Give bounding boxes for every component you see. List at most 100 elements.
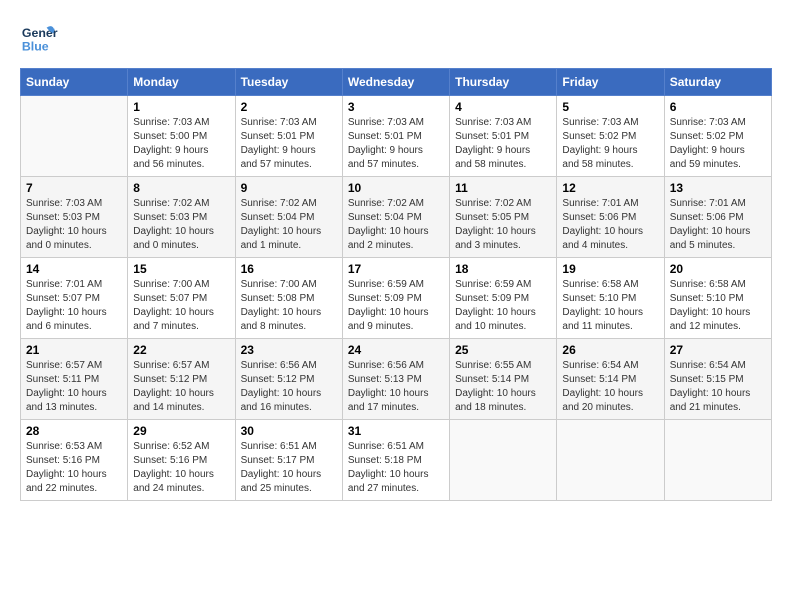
day-info: Sunrise: 7:03 AM Sunset: 5:00 PM Dayligh…: [133, 116, 229, 172]
day-number: 31: [348, 424, 444, 438]
day-cell: 9 Sunrise: 7:02 AM Sunset: 5:04 PM Daylig…: [235, 177, 342, 258]
day-number: 23: [241, 343, 337, 357]
day-info: Sunrise: 6:59 AM Sunset: 5:09 PM Dayligh…: [348, 278, 444, 334]
day-cell: 27 Sunrise: 6:54 AM Sunset: 5:15 PM Dayli…: [664, 339, 771, 420]
day-cell: 25 Sunrise: 6:55 AM Sunset: 5:14 PM Dayli…: [450, 339, 557, 420]
day-cell: 2 Sunrise: 7:03 AM Sunset: 5:01 PM Daylig…: [235, 96, 342, 177]
day-cell: 16 Sunrise: 7:00 AM Sunset: 5:08 PM Dayli…: [235, 258, 342, 339]
day-info: Sunrise: 6:53 AM Sunset: 5:16 PM Dayligh…: [26, 440, 122, 496]
day-info: Sunrise: 6:54 AM Sunset: 5:15 PM Dayligh…: [670, 359, 766, 415]
day-info: Sunrise: 7:03 AM Sunset: 5:01 PM Dayligh…: [241, 116, 337, 172]
day-number: 12: [562, 181, 658, 195]
day-info: Sunrise: 6:56 AM Sunset: 5:12 PM Dayligh…: [241, 359, 337, 415]
day-header-tuesday: Tuesday: [235, 69, 342, 96]
day-number: 16: [241, 262, 337, 276]
day-cell: 19Sunrise: 6:58 AM Sunset: 5:10 PM Dayli…: [557, 258, 664, 339]
day-cell: 26Sunrise: 6:54 AM Sunset: 5:14 PM Dayli…: [557, 339, 664, 420]
day-cell: 22Sunrise: 6:57 AM Sunset: 5:12 PM Dayli…: [128, 339, 235, 420]
day-cell: 6 Sunrise: 7:03 AM Sunset: 5:02 PM Daylig…: [664, 96, 771, 177]
day-cell: 10 Sunrise: 7:02 AM Sunset: 5:04 PM Dayli…: [342, 177, 449, 258]
day-info: Sunrise: 7:02 AM Sunset: 5:05 PM Dayligh…: [455, 197, 551, 253]
week-row-1: 1 Sunrise: 7:03 AM Sunset: 5:00 PM Daylig…: [21, 96, 772, 177]
day-cell: 1 Sunrise: 7:03 AM Sunset: 5:00 PM Daylig…: [128, 96, 235, 177]
day-info: Sunrise: 6:51 AM Sunset: 5:17 PM Dayligh…: [241, 440, 337, 496]
day-number: 20: [670, 262, 766, 276]
day-info: Sunrise: 6:57 AM Sunset: 5:12 PM Dayligh…: [133, 359, 229, 415]
day-cell: 21Sunrise: 6:57 AM Sunset: 5:11 PM Dayli…: [21, 339, 128, 420]
day-number: 29: [133, 424, 229, 438]
day-cell: 18Sunrise: 6:59 AM Sunset: 5:09 PM Dayli…: [450, 258, 557, 339]
day-cell: 24 Sunrise: 6:56 AM Sunset: 5:13 PM Dayli…: [342, 339, 449, 420]
day-cell: 7Sunrise: 7:03 AM Sunset: 5:03 PM Daylig…: [21, 177, 128, 258]
days-header-row: SundayMondayTuesdayWednesdayThursdayFrid…: [21, 69, 772, 96]
day-number: 6: [670, 100, 766, 114]
day-number: 2: [241, 100, 337, 114]
day-info: Sunrise: 6:55 AM Sunset: 5:14 PM Dayligh…: [455, 359, 551, 415]
day-info: Sunrise: 6:52 AM Sunset: 5:16 PM Dayligh…: [133, 440, 229, 496]
day-info: Sunrise: 7:00 AM Sunset: 5:08 PM Dayligh…: [241, 278, 337, 334]
day-number: 24: [348, 343, 444, 357]
day-info: Sunrise: 7:02 AM Sunset: 5:03 PM Dayligh…: [133, 197, 229, 253]
day-cell: 13 Sunrise: 7:01 AM Sunset: 5:06 PM Dayli…: [664, 177, 771, 258]
day-cell: 20 Sunrise: 6:58 AM Sunset: 5:10 PM Dayli…: [664, 258, 771, 339]
day-info: Sunrise: 6:56 AM Sunset: 5:13 PM Dayligh…: [348, 359, 444, 415]
day-info: Sunrise: 6:58 AM Sunset: 5:10 PM Dayligh…: [670, 278, 766, 334]
day-number: 27: [670, 343, 766, 357]
day-number: 21: [26, 343, 122, 357]
day-number: 4: [455, 100, 551, 114]
day-info: Sunrise: 7:03 AM Sunset: 5:02 PM Dayligh…: [562, 116, 658, 172]
day-number: 13: [670, 181, 766, 195]
day-header-sunday: Sunday: [21, 69, 128, 96]
day-info: Sunrise: 7:02 AM Sunset: 5:04 PM Dayligh…: [241, 197, 337, 253]
day-number: 30: [241, 424, 337, 438]
day-number: 15: [133, 262, 229, 276]
svg-text:Blue: Blue: [22, 39, 49, 53]
week-row-2: 7Sunrise: 7:03 AM Sunset: 5:03 PM Daylig…: [21, 177, 772, 258]
day-number: 3: [348, 100, 444, 114]
day-number: 19: [562, 262, 658, 276]
day-info: Sunrise: 7:01 AM Sunset: 5:06 PM Dayligh…: [670, 197, 766, 253]
day-header-thursday: Thursday: [450, 69, 557, 96]
day-cell: 29 Sunrise: 6:52 AM Sunset: 5:16 PM Dayli…: [128, 420, 235, 501]
day-header-saturday: Saturday: [664, 69, 771, 96]
day-cell: 15 Sunrise: 7:00 AM Sunset: 5:07 PM Dayli…: [128, 258, 235, 339]
day-cell: 3 Sunrise: 7:03 AM Sunset: 5:01 PM Daylig…: [342, 96, 449, 177]
logo-icon: General Blue: [20, 20, 58, 58]
day-cell: 23 Sunrise: 6:56 AM Sunset: 5:12 PM Dayli…: [235, 339, 342, 420]
day-info: Sunrise: 6:54 AM Sunset: 5:14 PM Dayligh…: [562, 359, 658, 415]
day-header-monday: Monday: [128, 69, 235, 96]
day-number: 8: [133, 181, 229, 195]
day-info: Sunrise: 7:02 AM Sunset: 5:04 PM Dayligh…: [348, 197, 444, 253]
day-cell: 28 Sunrise: 6:53 AM Sunset: 5:16 PM Dayli…: [21, 420, 128, 501]
logo: General Blue: [20, 20, 58, 58]
day-number: 28: [26, 424, 122, 438]
day-cell: 14Sunrise: 7:01 AM Sunset: 5:07 PM Dayli…: [21, 258, 128, 339]
day-number: 25: [455, 343, 551, 357]
day-number: 14: [26, 262, 122, 276]
day-cell: [450, 420, 557, 501]
day-number: 17: [348, 262, 444, 276]
day-cell: 11Sunrise: 7:02 AM Sunset: 5:05 PM Dayli…: [450, 177, 557, 258]
week-row-5: 28 Sunrise: 6:53 AM Sunset: 5:16 PM Dayli…: [21, 420, 772, 501]
day-cell: 17 Sunrise: 6:59 AM Sunset: 5:09 PM Dayli…: [342, 258, 449, 339]
day-info: Sunrise: 7:03 AM Sunset: 5:01 PM Dayligh…: [455, 116, 551, 172]
day-number: 5: [562, 100, 658, 114]
day-cell: [557, 420, 664, 501]
page-header: General Blue: [20, 20, 772, 58]
day-cell: 8 Sunrise: 7:02 AM Sunset: 5:03 PM Daylig…: [128, 177, 235, 258]
calendar-table: SundayMondayTuesdayWednesdayThursdayFrid…: [20, 68, 772, 501]
day-info: Sunrise: 6:59 AM Sunset: 5:09 PM Dayligh…: [455, 278, 551, 334]
day-info: Sunrise: 6:51 AM Sunset: 5:18 PM Dayligh…: [348, 440, 444, 496]
day-cell: 30 Sunrise: 6:51 AM Sunset: 5:17 PM Dayli…: [235, 420, 342, 501]
day-info: Sunrise: 7:03 AM Sunset: 5:02 PM Dayligh…: [670, 116, 766, 172]
day-number: 10: [348, 181, 444, 195]
day-number: 1: [133, 100, 229, 114]
day-info: Sunrise: 7:01 AM Sunset: 5:06 PM Dayligh…: [562, 197, 658, 253]
day-info: Sunrise: 7:03 AM Sunset: 5:01 PM Dayligh…: [348, 116, 444, 172]
day-number: 9: [241, 181, 337, 195]
day-info: Sunrise: 7:03 AM Sunset: 5:03 PM Dayligh…: [26, 197, 122, 253]
day-info: Sunrise: 7:00 AM Sunset: 5:07 PM Dayligh…: [133, 278, 229, 334]
week-row-4: 21Sunrise: 6:57 AM Sunset: 5:11 PM Dayli…: [21, 339, 772, 420]
calendar-body: 1 Sunrise: 7:03 AM Sunset: 5:00 PM Daylig…: [21, 96, 772, 501]
day-cell: 5 Sunrise: 7:03 AM Sunset: 5:02 PM Daylig…: [557, 96, 664, 177]
